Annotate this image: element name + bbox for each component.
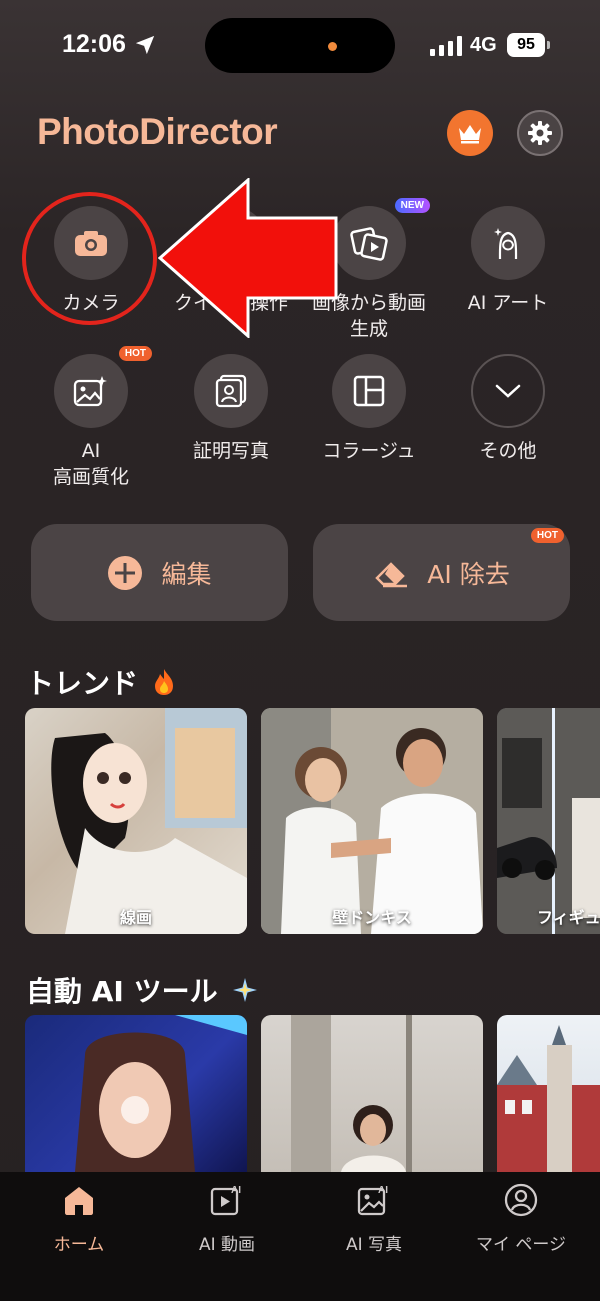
- tool-circle: NEW: [332, 198, 430, 280]
- portrait-thumbnail: [75, 1015, 247, 1172]
- crown-icon: [459, 125, 481, 144]
- nav-label: AI 動画: [198, 1235, 256, 1255]
- trend-card-kabedon[interactable]: 壁ドンキス: [261, 708, 483, 934]
- profile-icon: [504, 1183, 538, 1217]
- fire-icon: [155, 669, 174, 695]
- location-arrow-icon: [135, 35, 155, 55]
- tool-collage[interactable]: コラージュ: [299, 354, 439, 464]
- couple-thumbnail: [261, 708, 483, 934]
- nav-ai-photo[interactable]: AI AI 写真: [299, 1182, 449, 1255]
- card-caption: フィギュ: [537, 908, 600, 927]
- lineart-thumbnail: [51, 708, 247, 934]
- svg-text:AI: AI: [378, 1185, 388, 1196]
- tool-circle: [332, 354, 406, 428]
- signal-icon: [430, 36, 462, 56]
- home-icon: [65, 1187, 93, 1215]
- figure-thumbnail: [497, 708, 600, 934]
- battery-tip: [547, 41, 550, 49]
- collage-icon: [353, 375, 385, 407]
- ai-photo-icon: AI: [357, 1185, 388, 1216]
- battery-icon: 95: [507, 33, 545, 57]
- nav-ai-video[interactable]: AI AI 動画: [152, 1182, 302, 1255]
- nav-label: マイ ページ: [475, 1235, 567, 1255]
- hot-badge: HOT: [118, 346, 152, 361]
- dynamic-island: [205, 18, 395, 73]
- tool-ai-art[interactable]: AI アート: [438, 206, 578, 316]
- nav-label: ホーム: [53, 1235, 105, 1255]
- ai-art-icon: [494, 228, 518, 260]
- nav-label: AI 写真: [345, 1235, 403, 1255]
- annotation-arrow-icon: [158, 178, 338, 338]
- tool-label: AI 高画質化: [52, 440, 129, 488]
- ai-video-icon: AI: [210, 1185, 241, 1216]
- edit-button[interactable]: 編集: [31, 524, 288, 621]
- tool-ai-enhance[interactable]: HOT AI 高画質化: [21, 346, 161, 490]
- tool-label: AI アート: [467, 292, 549, 314]
- image-to-video-icon: [350, 227, 388, 261]
- trend-section-title: トレンド: [26, 662, 176, 702]
- id-photo-icon: [215, 374, 247, 408]
- auto-ai-card-3[interactable]: [497, 1015, 600, 1172]
- premium-button[interactable]: [447, 110, 493, 156]
- tool-circle: HOT: [54, 346, 152, 428]
- status-bar: 12:06 4G 95: [0, 0, 600, 92]
- ai-remove-button[interactable]: AI 除去 HOT: [313, 524, 570, 621]
- enhance-icon: [73, 376, 107, 407]
- section-title-text: 自動 AI ツール: [26, 975, 218, 1008]
- eraser-icon: [375, 561, 408, 587]
- tool-more[interactable]: その他: [438, 354, 578, 464]
- trend-card-lineart[interactable]: 線画: [25, 708, 247, 934]
- app-title: PhotoDirector: [37, 111, 278, 152]
- ai-remove-label: AI 除去: [427, 559, 510, 589]
- tool-circle: [194, 354, 268, 428]
- tool-id-photo[interactable]: 証明写真: [161, 354, 301, 464]
- bottom-nav: ホーム AI AI 動画 AI AI 写真 マイ ページ: [0, 1172, 600, 1301]
- network-type: 4G: [470, 34, 497, 56]
- nav-my-page[interactable]: マイ ページ: [446, 1182, 596, 1255]
- tool-circle: [471, 206, 545, 280]
- tool-label: コラージュ: [322, 440, 416, 462]
- edit-label: 編集: [161, 559, 212, 589]
- section-title-text: トレンド: [26, 667, 139, 700]
- chevron-down-icon: [495, 384, 521, 398]
- tool-label: 証明写真: [192, 440, 269, 462]
- gear-icon: [528, 121, 552, 145]
- svg-text:AI: AI: [231, 1185, 241, 1196]
- auto-ai-section-title: 自動 AI ツール: [26, 970, 258, 1010]
- sparkle-icon: [232, 978, 257, 1002]
- hot-badge: HOT: [530, 528, 564, 543]
- settings-button[interactable]: [517, 110, 563, 156]
- card-caption: 線画: [119, 908, 152, 927]
- tool-circle: [471, 354, 545, 428]
- town-thumbnail: [497, 1025, 600, 1172]
- auto-ai-card-2[interactable]: [261, 1015, 483, 1172]
- nav-home[interactable]: ホーム: [4, 1182, 154, 1255]
- auto-ai-card-1[interactable]: [25, 1015, 247, 1172]
- status-time: 12:06: [62, 30, 126, 58]
- woman-window-thumbnail: [291, 1015, 412, 1172]
- card-caption: 壁ドンキス: [332, 908, 412, 927]
- privacy-dot: [328, 42, 337, 51]
- new-badge: NEW: [394, 198, 430, 213]
- annotation-circle: [22, 192, 157, 325]
- tool-label: その他: [479, 440, 537, 462]
- trend-card-figure[interactable]: フィギュ: [497, 708, 600, 934]
- plus-icon: [108, 555, 143, 590]
